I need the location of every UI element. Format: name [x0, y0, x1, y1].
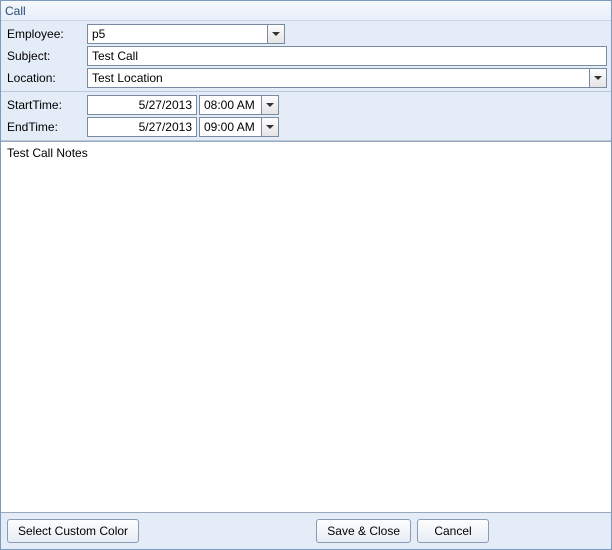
start-time-dropdown-button[interactable] [261, 95, 279, 115]
location-label: Location: [5, 71, 85, 85]
time-section: StartTime: EndTime: [1, 92, 611, 141]
save-close-button[interactable]: Save & Close [316, 519, 411, 543]
chevron-down-icon [266, 103, 274, 107]
end-time-input[interactable] [199, 117, 261, 137]
call-dialog: Call Employee: Subject: Location: [0, 0, 612, 550]
start-time-input[interactable] [199, 95, 261, 115]
chevron-down-icon [266, 125, 274, 129]
end-date-input[interactable] [87, 117, 197, 137]
chevron-down-icon [272, 32, 280, 36]
employee-combo[interactable] [87, 24, 285, 44]
start-date-input[interactable] [87, 95, 197, 115]
select-custom-color-button[interactable]: Select Custom Color [7, 519, 139, 543]
start-time-combo[interactable] [199, 95, 279, 115]
window-title: Call [1, 1, 611, 21]
start-time-label: StartTime: [5, 98, 85, 112]
footer-bar: Select Custom Color Save & Close Cancel [1, 513, 611, 549]
employee-dropdown-button[interactable] [267, 24, 285, 44]
details-section: Employee: Subject: Location: [1, 21, 611, 92]
employee-input[interactable] [87, 24, 267, 44]
location-input[interactable] [87, 68, 589, 88]
notes-textarea[interactable] [1, 141, 611, 513]
chevron-down-icon [594, 76, 602, 80]
cancel-button[interactable]: Cancel [417, 519, 489, 543]
end-time-combo[interactable] [199, 117, 279, 137]
location-combo[interactable] [87, 68, 607, 88]
end-time-dropdown-button[interactable] [261, 117, 279, 137]
employee-label: Employee: [5, 27, 85, 41]
location-dropdown-button[interactable] [589, 68, 607, 88]
subject-input[interactable] [87, 46, 607, 66]
subject-label: Subject: [5, 49, 85, 63]
end-time-label: EndTime: [5, 120, 85, 134]
